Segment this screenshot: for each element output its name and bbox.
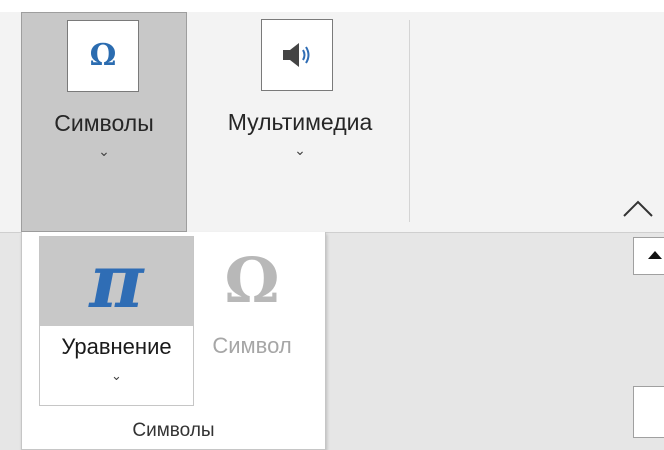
multimedia-button-label: Мультимедиа: [227, 109, 373, 135]
multimedia-button[interactable]: Мультимедиа ⌄: [195, 12, 405, 232]
symbols-dropdown-panel: π Уравнение ⌄ Ω Символ Символы: [21, 232, 326, 450]
pi-icon: π: [40, 237, 193, 326]
symbols-button[interactable]: Ω Символы ⌄: [21, 12, 187, 232]
omega-glyph: Ω: [89, 38, 117, 73]
symbols-button-label: Символы: [54, 110, 154, 136]
pi-glyph: π: [89, 238, 144, 325]
omega-icon: Ω: [67, 20, 139, 92]
chevron-down-icon: ⌄: [294, 142, 306, 158]
equation-button[interactable]: π Уравнение ⌄: [39, 236, 194, 406]
dropdown-group-label: Символы: [132, 420, 215, 441]
ribbon-top-edge: [0, 0, 664, 12]
group-separator: [409, 20, 410, 222]
chevron-down-icon: ⌄: [98, 143, 110, 159]
scroll-track-box[interactable]: [633, 386, 664, 438]
omega-icon: Ω: [194, 236, 310, 325]
symbol-button-label: Символ: [212, 333, 292, 358]
omega-glyph: Ω: [224, 243, 280, 317]
ribbon: Ω Символы ⌄ Мультимедиа ⌄: [0, 0, 664, 232]
symbol-button[interactable]: Ω Символ: [194, 236, 310, 406]
chevron-down-icon: ⌄: [111, 368, 122, 383]
speaker-icon: [261, 19, 333, 91]
arrow-up-icon: [648, 251, 662, 259]
collapse-ribbon-icon: [623, 200, 653, 217]
chevron-up-icon[interactable]: [620, 192, 656, 222]
speaker-icon-graphic: [283, 43, 310, 67]
scroll-up-button[interactable]: [633, 237, 664, 275]
equation-button-label: Уравнение: [61, 334, 172, 359]
